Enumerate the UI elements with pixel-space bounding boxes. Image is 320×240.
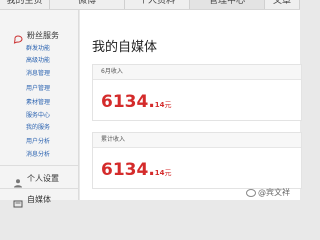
weibo-logo-icon [246,188,256,197]
sidebar-item-materials[interactable]: 素材管理 [26,99,50,107]
sidebar-item-messages[interactable]: 消息管理 [26,70,50,78]
sidebar-section-personal[interactable]: 个人设置 [0,170,78,188]
sidebar-divider [0,165,78,166]
sidebar-section-fans[interactable]: 粉丝服务 [0,27,78,44]
income-card-month: 6月收入 6134.14元 [92,64,302,121]
watermark-text: @宾文祥 [258,188,290,197]
sidebar-item-users[interactable]: 用户管理 [26,85,50,93]
sidebar: 粉丝服务 群发功能 高级功能 消息管理 用户管理 素材管理 服务中心 我的服务 … [0,10,79,208]
sidebar-section-personal-label: 个人设置 [27,173,59,183]
sidebar-item-message-analysis[interactable]: 消息分析 [26,151,50,159]
income-card-total: 累计收入 6134.14元 [92,132,302,189]
tab-articles[interactable]: 文章 [265,0,300,9]
media-icon [13,194,23,208]
watermark: @宾文祥 [246,187,290,198]
amount-integer: 6134. [101,92,155,112]
sidebar-item-advanced[interactable]: 高级功能 [26,57,50,65]
tab-management-center[interactable]: 管理中心 [190,0,265,9]
amount-value: 6134.14元 [101,160,172,180]
tab-profile[interactable]: 个人资料 [125,0,190,9]
fans-service-icon [13,30,23,44]
sidebar-item-my-services[interactable]: 我的服务 [26,124,50,132]
sidebar-item-user-analysis[interactable]: 用户分析 [26,138,50,146]
tab-my-home[interactable]: 我的主页 [0,0,50,9]
sidebar-item-mass-send[interactable]: 群发功能 [26,45,50,53]
sidebar-item-service-center[interactable]: 服务中心 [26,112,50,120]
sidebar-section-media[interactable]: 自媒体 [0,191,78,208]
amount-decimal: 14 [154,169,165,177]
sidebar-divider [0,188,78,189]
main-content: 我的自媒体 6月收入 6134.14元 累计收入 6134.14元 [80,10,302,200]
sidebar-section-fans-label: 粉丝服务 [27,30,59,40]
person-icon [13,173,23,188]
amount-integer: 6134. [101,160,155,180]
card-body: 6134.14元 [93,80,301,120]
amount-value: 6134.14元 [101,92,172,112]
amount-unit: 元 [164,101,172,109]
tab-weibo[interactable]: 微博 [50,0,125,9]
page-title: 我的自媒体 [92,40,158,55]
amount-decimal: 14 [154,101,165,109]
card-label: 累计收入 [93,133,301,148]
card-label: 6月收入 [93,65,301,80]
card-body: 6134.14元 [93,148,301,188]
amount-unit: 元 [164,169,172,177]
top-nav: 我的主页 微博 个人资料 管理中心 文章 [0,0,300,10]
sidebar-section-media-label: 自媒体 [27,194,51,204]
